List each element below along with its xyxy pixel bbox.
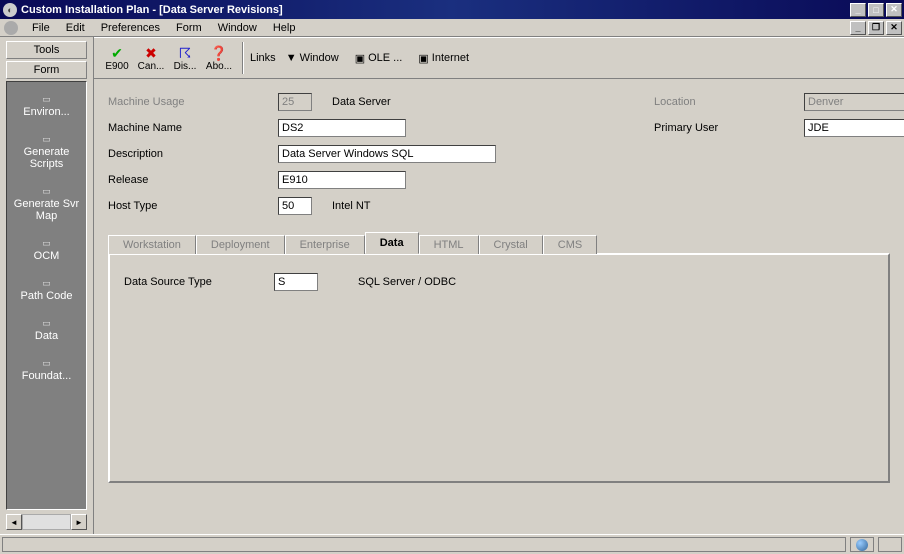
data-source-type-text: SQL Server / ODBC <box>358 276 456 288</box>
status-bar <box>0 534 904 554</box>
window-title: Custom Installation Plan - [Data Server … <box>21 4 848 16</box>
sidebar-item-ocm[interactable]: ▭OCM <box>7 238 86 262</box>
scroll-right-button[interactable]: ► <box>71 514 87 530</box>
description-label: Description <box>108 148 278 160</box>
machine-name-label: Machine Name <box>108 122 278 134</box>
maximize-button[interactable]: □ <box>868 3 884 17</box>
sidebar-item-generate-svr-map[interactable]: ▭Generate Svr Map <box>7 186 86 222</box>
about-button[interactable]: ❓Abo... <box>202 40 236 76</box>
host-type-field[interactable]: 50 <box>278 197 312 215</box>
tab-workstation[interactable]: Workstation <box>108 235 196 254</box>
menu-file[interactable]: File <box>24 20 58 36</box>
sidebar-scrollbar[interactable]: ◄ ► <box>6 514 87 530</box>
ok-button[interactable]: ✔E900 <box>100 40 134 76</box>
menu-bar: File Edit Preferences Form Window Help _… <box>0 19 904 37</box>
description-field[interactable]: Data Server Windows SQL <box>278 145 496 163</box>
sidebar-item-foundat[interactable]: ▭Foundat... <box>7 358 86 382</box>
mdi-minimize-button[interactable]: _ <box>850 21 866 35</box>
location-field: Denver <box>804 93 904 111</box>
machine-usage-field: 25 <box>278 93 312 111</box>
menu-window[interactable]: Window <box>210 20 265 36</box>
machine-usage-label: Machine Usage <box>108 96 278 108</box>
display-button[interactable]: ☈Dis... <box>168 40 202 76</box>
sidebar-tools-button[interactable]: Tools <box>6 41 87 59</box>
primary-user-label: Primary User <box>654 122 804 134</box>
ole-icon: ▣ <box>355 52 365 65</box>
form-area: Machine Usage 25 Data Server Machine Nam… <box>94 79 904 534</box>
status-globe-icon <box>850 537 874 552</box>
status-cell-3 <box>878 537 902 552</box>
cancel-button[interactable]: ✖Can... <box>134 40 168 76</box>
scroll-track[interactable] <box>22 514 71 530</box>
internet-icon: ▣ <box>418 52 428 65</box>
primary-user-field[interactable]: JDE <box>804 119 904 137</box>
sidebar-form-button[interactable]: Form <box>6 61 87 79</box>
release-field[interactable]: E910 <box>278 171 406 189</box>
menu-preferences[interactable]: Preferences <box>93 20 168 36</box>
sidebar-item-environ[interactable]: ▭Environ... <box>7 94 86 118</box>
host-type-label: Host Type <box>108 200 278 212</box>
data-source-type-field[interactable]: S <box>274 273 318 291</box>
sidebar-item-path-code[interactable]: ▭Path Code <box>7 278 86 302</box>
menu-app-icon <box>4 21 18 35</box>
menu-help[interactable]: Help <box>265 20 304 36</box>
location-label: Location <box>654 96 804 108</box>
app-icon: ◐ <box>3 3 17 17</box>
data-source-type-label: Data Source Type <box>124 276 274 288</box>
tab-crystal[interactable]: Crystal <box>479 235 543 254</box>
tab-strip: Workstation Deployment Enterprise Data H… <box>108 233 890 253</box>
tab-html[interactable]: HTML <box>419 235 479 254</box>
toolbar-separator <box>242 42 244 74</box>
toolbar: ✔E900 ✖Can... ☈Dis... ❓Abo... Links ▼Win… <box>94 37 904 79</box>
status-cell-1 <box>2 537 846 552</box>
minimize-button[interactable]: _ <box>850 3 866 17</box>
host-type-text: Intel NT <box>332 200 371 212</box>
menu-form[interactable]: Form <box>168 20 210 36</box>
links-internet[interactable]: ▣Internet <box>412 50 475 67</box>
mdi-restore-button[interactable]: ❐ <box>868 21 884 35</box>
tab-enterprise[interactable]: Enterprise <box>285 235 365 254</box>
mdi-close-button[interactable]: ✕ <box>886 21 902 35</box>
tab-cms[interactable]: CMS <box>543 235 597 254</box>
tab-deployment[interactable]: Deployment <box>196 235 285 254</box>
sidebar-item-data[interactable]: ▭Data <box>7 318 86 342</box>
sidebar: Tools Form ▭Environ... ▭Generate Scripts… <box>0 37 94 534</box>
sidebar-panel: ▭Environ... ▭Generate Scripts ▭Generate … <box>6 81 87 510</box>
links-ole[interactable]: ▣OLE ... <box>349 50 409 67</box>
links-window-dropdown[interactable]: ▼Window <box>280 50 345 66</box>
menu-edit[interactable]: Edit <box>58 20 93 36</box>
release-label: Release <box>108 174 278 186</box>
dropdown-arrow-icon: ▼ <box>286 52 297 64</box>
links-label: Links <box>250 52 276 64</box>
machine-usage-text: Data Server <box>332 96 391 108</box>
scroll-left-button[interactable]: ◄ <box>6 514 22 530</box>
tab-body: Data Source Type S SQL Server / ODBC <box>108 253 890 483</box>
title-bar: ◐ Custom Installation Plan - [Data Serve… <box>0 0 904 19</box>
machine-name-field[interactable]: DS2 <box>278 119 406 137</box>
close-button[interactable]: ✕ <box>886 3 902 17</box>
tab-data[interactable]: Data <box>365 232 419 254</box>
sidebar-item-generate-scripts[interactable]: ▭Generate Scripts <box>7 134 86 170</box>
